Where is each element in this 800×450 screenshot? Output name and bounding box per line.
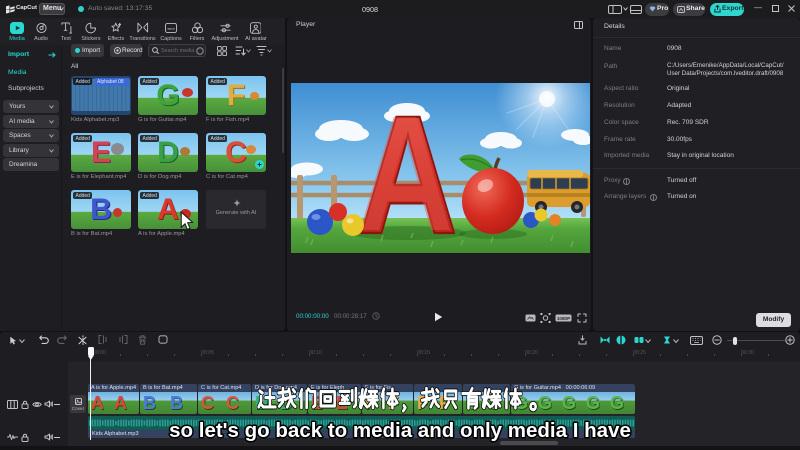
svg-text:so let's go back to media and: so let's go back to media and only media… [169, 419, 631, 442]
